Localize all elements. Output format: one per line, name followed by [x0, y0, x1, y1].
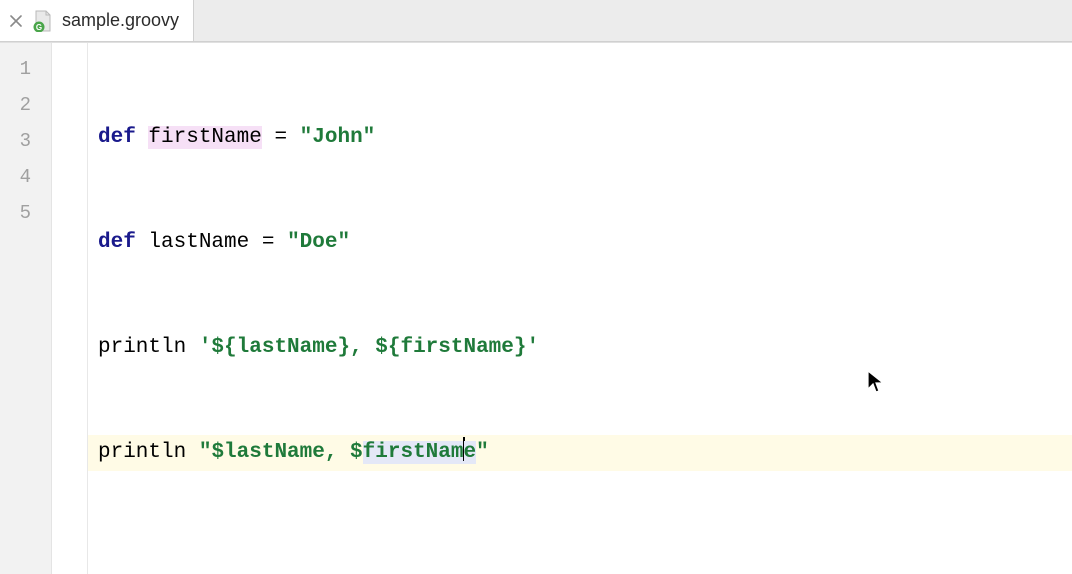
identifier-println: println: [98, 441, 186, 464]
code-line[interactable]: println '${lastName}, ${firstName}': [88, 330, 1072, 366]
line-number[interactable]: 3: [0, 123, 51, 159]
identifier-println: println: [98, 336, 186, 359]
groovy-file-icon: G: [32, 10, 54, 32]
tab-bar: G sample.groovy: [0, 0, 1072, 42]
keyword-def: def: [98, 126, 136, 149]
operator-assign: =: [262, 126, 300, 149]
svg-text:G: G: [36, 23, 42, 32]
line-number[interactable]: 4: [0, 159, 51, 195]
identifier-firstname: firstName: [148, 126, 261, 149]
identifier-usage-highlight: e: [464, 441, 477, 464]
line-number[interactable]: 5: [0, 195, 51, 231]
tab-filename: sample.groovy: [62, 10, 179, 31]
file-tab[interactable]: G sample.groovy: [0, 0, 194, 41]
code-line-active[interactable]: println "$lastName, $firstName": [88, 435, 1072, 471]
code-line[interactable]: def lastName = "Doe": [88, 225, 1072, 261]
folding-gutter: [52, 43, 88, 574]
code-line-empty[interactable]: [88, 540, 1072, 574]
operator-assign: =: [249, 231, 287, 254]
string-literal: '${lastName}, ${firstName}': [199, 336, 539, 359]
whitespace: [186, 336, 199, 359]
close-icon[interactable]: [8, 13, 24, 29]
code-line[interactable]: def firstName = "John": [88, 120, 1072, 156]
whitespace: [186, 441, 199, 464]
keyword-def: def: [98, 231, 136, 254]
code-editor[interactable]: 1 2 3 4 5 def firstName = "John" def las…: [0, 42, 1072, 574]
whitespace: [136, 126, 149, 149]
identifier-usage-highlight: firstNam: [363, 441, 464, 464]
line-number[interactable]: 2: [0, 87, 51, 123]
code-area[interactable]: def firstName = "John" def lastName = "D…: [88, 43, 1072, 574]
line-number[interactable]: 1: [0, 51, 51, 87]
string-interpolation: $lastName, $: [211, 441, 362, 464]
identifier-lastname: lastName: [148, 231, 249, 254]
string-literal: "John": [300, 126, 376, 149]
string-quote: ": [199, 441, 212, 464]
whitespace: [136, 231, 149, 254]
string-quote: ": [476, 441, 489, 464]
line-number-gutter: 1 2 3 4 5: [0, 43, 52, 574]
string-literal: "Doe": [287, 231, 350, 254]
